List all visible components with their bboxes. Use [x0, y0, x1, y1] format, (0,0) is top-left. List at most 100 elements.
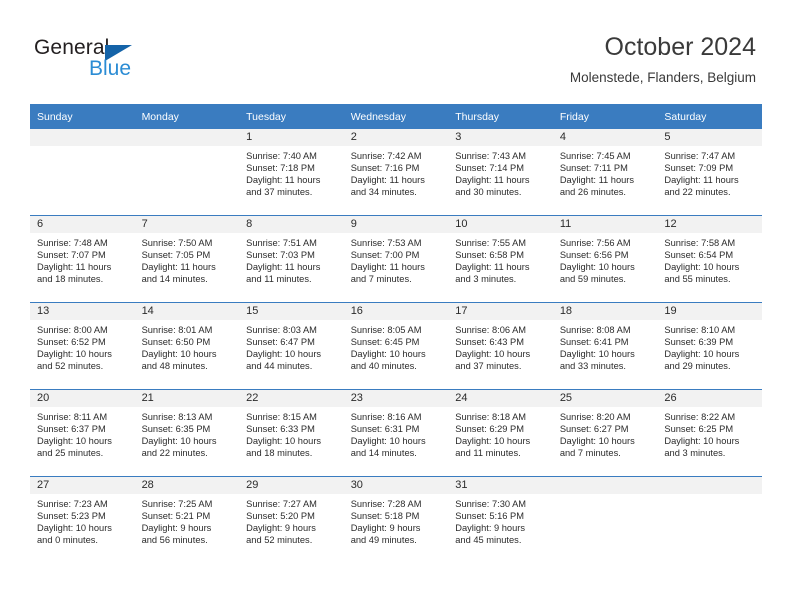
- sunrise-text: Sunrise: 7:45 AM: [559, 151, 631, 161]
- calendar-week-row: 13 Sunrise: 8:00 AM Sunset: 6:52 PM Dayligh…: [30, 302, 762, 390]
- day-cell-inner: 20 Sunrise: 8:11 AM Sunset: 6:37 PM Dayligh…: [30, 390, 135, 476]
- day-details: Sunrise: 8:03 AM Sunset: 6:47 PM Daylight:…: [239, 320, 344, 372]
- day-cell-inner: 11 Sunrise: 7:56 AM Sunset: 6:56 PM Dayligh…: [552, 216, 658, 302]
- calendar-day-cell[interactable]: 12 Sunrise: 7:58 AM Sunset: 6:54 PM Dayligh…: [657, 215, 762, 303]
- calendar-day-cell-empty: [552, 476, 658, 563]
- calendar-day-cell[interactable]: 9 Sunrise: 7:53 AM Sunset: 7:00 PM Daylight…: [343, 215, 449, 303]
- daylight-text-line2: and 44 minutes.: [246, 361, 313, 372]
- daylight-text-line2: and 30 minutes.: [455, 187, 522, 198]
- calendar-day-cell[interactable]: 15 Sunrise: 8:03 AM Sunset: 6:47 PM Dayligh…: [239, 302, 344, 390]
- day-number: 5: [657, 129, 762, 146]
- calendar-day-cell[interactable]: 23 Sunrise: 8:16 AM Sunset: 6:31 PM Dayligh…: [343, 389, 449, 477]
- calendar-day-cell[interactable]: 21 Sunrise: 8:13 AM Sunset: 6:35 PM Dayligh…: [134, 389, 240, 477]
- day-number: 9: [343, 216, 449, 233]
- day-number: 3: [448, 129, 553, 146]
- day-details: Sunrise: 7:45 AM Sunset: 7:11 PM Daylight:…: [553, 146, 658, 198]
- sunset-text: Sunset: 6:27 PM: [559, 424, 629, 435]
- daylight-text-line2: and 14 minutes.: [350, 448, 417, 459]
- calendar-day-cell[interactable]: 28 Sunrise: 7:25 AM Sunset: 5:21 PM Dayligh…: [134, 476, 240, 563]
- calendar-day-cell[interactable]: 20 Sunrise: 8:11 AM Sunset: 6:37 PM Dayligh…: [30, 389, 135, 477]
- sunrise-text: Sunrise: 8:03 AM: [246, 325, 317, 335]
- sunset-text: Sunset: 5:21 PM: [141, 511, 211, 522]
- day-details: Sunrise: 8:01 AM Sunset: 6:50 PM Daylight:…: [135, 320, 240, 372]
- daylight-text-line1: Daylight: 10 hours: [559, 349, 635, 360]
- day-details: Sunrise: 7:30 AM Sunset: 5:16 PM Daylight:…: [448, 494, 553, 546]
- weekday-header-wednesday: Wednesday: [343, 104, 449, 129]
- day-cell-inner: 18 Sunrise: 8:08 AM Sunset: 6:41 PM Dayligh…: [552, 303, 658, 389]
- calendar-day-cell[interactable]: 27 Sunrise: 7:23 AM Sunset: 5:23 PM Dayligh…: [30, 476, 135, 563]
- calendar-day-cell[interactable]: 4 Sunrise: 7:45 AM Sunset: 7:11 PM Daylight…: [552, 129, 658, 216]
- day-number: 8: [239, 216, 344, 233]
- daylight-text-line1: Daylight: 9 hours: [350, 523, 421, 534]
- sunrise-text: Sunrise: 8:11 AM: [37, 412, 108, 422]
- day-cell-inner: 26 Sunrise: 8:22 AM Sunset: 6:25 PM Dayligh…: [657, 390, 762, 476]
- brand-logo[interactable]: General Blue: [34, 36, 234, 88]
- day-number: 28: [134, 477, 240, 494]
- calendar-day-cell[interactable]: 25 Sunrise: 8:20 AM Sunset: 6:27 PM Dayligh…: [552, 389, 658, 477]
- day-number: 25: [552, 390, 658, 407]
- day-number: 14: [134, 303, 240, 320]
- calendar-day-cell[interactable]: 3 Sunrise: 7:43 AM Sunset: 7:14 PM Daylight…: [448, 129, 553, 216]
- daylight-text-line2: and 18 minutes.: [37, 274, 104, 285]
- daylight-text-line2: and 55 minutes.: [664, 274, 731, 285]
- daylight-text-line2: and 3 minutes.: [455, 274, 517, 285]
- sunset-text: Sunset: 7:05 PM: [141, 250, 211, 261]
- daylight-text-line1: Daylight: 10 hours: [37, 523, 112, 534]
- calendar-day-cell[interactable]: 1 Sunrise: 7:40 AM Sunset: 7:18 PM Daylight…: [239, 129, 344, 216]
- calendar-day-cell[interactable]: 18 Sunrise: 8:08 AM Sunset: 6:41 PM Dayligh…: [552, 302, 658, 390]
- sunrise-text: Sunrise: 7:51 AM: [246, 238, 317, 248]
- daylight-text-line2: and 33 minutes.: [559, 361, 626, 372]
- sunrise-text: Sunrise: 8:13 AM: [141, 412, 213, 422]
- day-details: Sunrise: 8:16 AM Sunset: 6:31 PM Daylight:…: [344, 407, 449, 459]
- day-details: Sunrise: 7:47 AM Sunset: 7:09 PM Daylight:…: [657, 146, 762, 198]
- day-details: Sunrise: 7:50 AM Sunset: 7:05 PM Daylight:…: [135, 233, 240, 285]
- calendar-day-cell[interactable]: 10 Sunrise: 7:55 AM Sunset: 6:58 PM Dayligh…: [448, 215, 553, 303]
- daylight-text-line2: and 59 minutes.: [559, 274, 626, 285]
- sunrise-text: Sunrise: 8:01 AM: [141, 325, 213, 335]
- daylight-text-line1: Daylight: 10 hours: [455, 349, 531, 360]
- calendar-day-cell[interactable]: 26 Sunrise: 8:22 AM Sunset: 6:25 PM Dayligh…: [657, 389, 762, 477]
- calendar-day-cell[interactable]: 31 Sunrise: 7:30 AM Sunset: 5:16 PM Dayligh…: [448, 476, 553, 563]
- calendar-day-cell-empty: [30, 129, 135, 216]
- daylight-text-line2: and 22 minutes.: [141, 448, 208, 459]
- day-cell-inner: 10 Sunrise: 7:55 AM Sunset: 6:58 PM Dayligh…: [448, 216, 553, 302]
- daylight-text-line1: Daylight: 10 hours: [37, 436, 112, 447]
- day-number: 18: [552, 303, 658, 320]
- day-cell-inner: 17 Sunrise: 8:06 AM Sunset: 6:43 PM Dayligh…: [448, 303, 553, 389]
- calendar-day-cell[interactable]: 2 Sunrise: 7:42 AM Sunset: 7:16 PM Daylight…: [343, 129, 449, 216]
- daylight-text-line1: Daylight: 10 hours: [559, 436, 635, 447]
- daylight-text-line2: and 37 minutes.: [455, 361, 522, 372]
- sunset-text: Sunset: 6:37 PM: [37, 424, 106, 435]
- calendar-day-cell[interactable]: 11 Sunrise: 7:56 AM Sunset: 6:56 PM Dayligh…: [552, 215, 658, 303]
- sunrise-text: Sunrise: 7:25 AM: [141, 499, 213, 509]
- calendar-day-cell[interactable]: 6 Sunrise: 7:48 AM Sunset: 7:07 PM Daylight…: [30, 215, 135, 303]
- sunset-text: Sunset: 6:58 PM: [455, 250, 524, 261]
- calendar-day-cell[interactable]: 7 Sunrise: 7:50 AM Sunset: 7:05 PM Daylight…: [134, 215, 240, 303]
- sunset-text: Sunset: 5:16 PM: [455, 511, 524, 522]
- sunset-text: Sunset: 5:23 PM: [37, 511, 106, 522]
- calendar-day-cell[interactable]: 8 Sunrise: 7:51 AM Sunset: 7:03 PM Daylight…: [239, 215, 344, 303]
- calendar-day-cell[interactable]: 16 Sunrise: 8:05 AM Sunset: 6:45 PM Dayligh…: [343, 302, 449, 390]
- calendar-day-cell[interactable]: 5 Sunrise: 7:47 AM Sunset: 7:09 PM Daylight…: [657, 129, 762, 216]
- calendar-day-cell[interactable]: 24 Sunrise: 8:18 AM Sunset: 6:29 PM Dayligh…: [448, 389, 553, 477]
- daylight-text-line2: and 34 minutes.: [350, 187, 417, 198]
- calendar-day-cell[interactable]: 19 Sunrise: 8:10 AM Sunset: 6:39 PM Dayligh…: [657, 302, 762, 390]
- calendar-day-cell[interactable]: 29 Sunrise: 7:27 AM Sunset: 5:20 PM Dayligh…: [239, 476, 344, 563]
- daylight-text-line2: and 25 minutes.: [37, 448, 104, 459]
- day-details: Sunrise: 8:15 AM Sunset: 6:33 PM Daylight:…: [239, 407, 344, 459]
- calendar-day-cell[interactable]: 22 Sunrise: 8:15 AM Sunset: 6:33 PM Dayligh…: [239, 389, 344, 477]
- calendar-day-cell[interactable]: 13 Sunrise: 8:00 AM Sunset: 6:52 PM Dayligh…: [30, 302, 135, 390]
- day-number: [30, 129, 135, 146]
- day-details: Sunrise: 7:40 AM Sunset: 7:18 PM Daylight:…: [239, 146, 344, 198]
- page-subtitle: Molenstede, Flanders, Belgium: [569, 70, 756, 85]
- calendar-day-cell[interactable]: 17 Sunrise: 8:06 AM Sunset: 6:43 PM Dayligh…: [448, 302, 553, 390]
- day-details: Sunrise: 7:48 AM Sunset: 7:07 PM Daylight:…: [30, 233, 135, 285]
- daylight-text-line1: Daylight: 9 hours: [246, 523, 316, 534]
- sunrise-text: Sunrise: 8:16 AM: [350, 412, 422, 422]
- daylight-text-line1: Daylight: 11 hours: [141, 262, 216, 273]
- day-number: 4: [552, 129, 658, 146]
- sunrise-text: Sunrise: 8:22 AM: [664, 412, 736, 422]
- calendar-day-cell[interactable]: 14 Sunrise: 8:01 AM Sunset: 6:50 PM Dayligh…: [134, 302, 240, 390]
- calendar-day-cell[interactable]: 30 Sunrise: 7:28 AM Sunset: 5:18 PM Dayligh…: [343, 476, 449, 563]
- day-details: Sunrise: 7:56 AM Sunset: 6:56 PM Daylight:…: [553, 233, 658, 285]
